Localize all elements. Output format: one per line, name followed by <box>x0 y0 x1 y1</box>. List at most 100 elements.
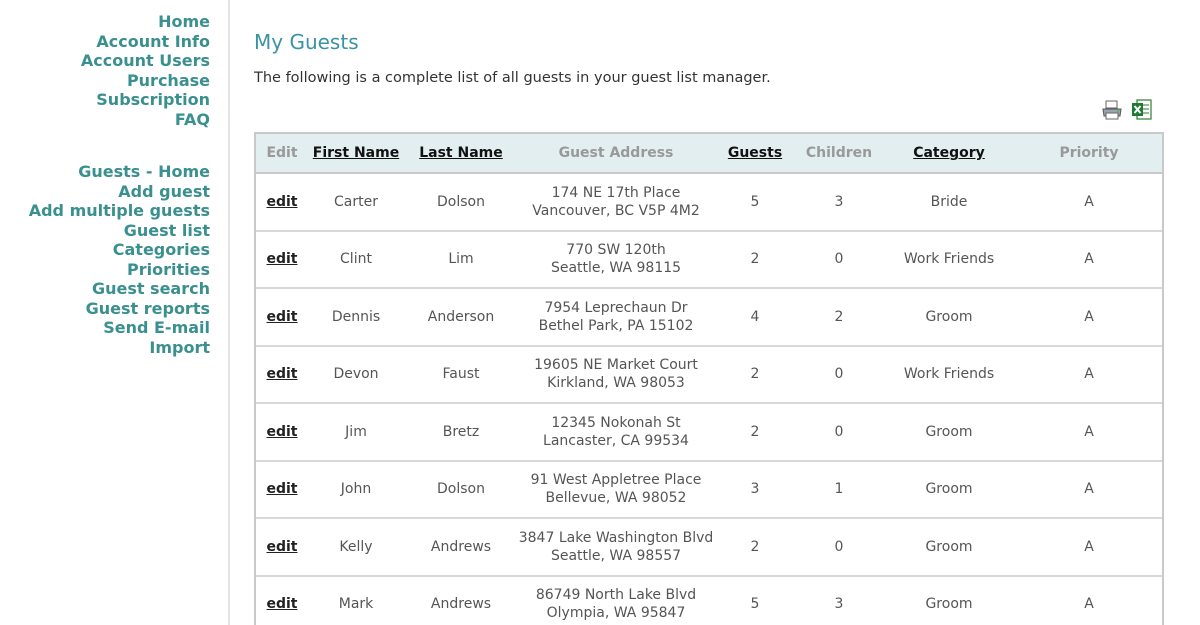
guests-cell: 2 <box>714 345 796 404</box>
nav-import[interactable]: Import <box>29 338 210 358</box>
priority-cell: A <box>1016 518 1162 577</box>
first-name-cell: Devon <box>308 345 404 404</box>
children-cell: 1 <box>796 460 882 519</box>
col-category[interactable]: Category <box>882 134 1016 174</box>
table-row: edit Mark Andrews 86749 North Lake Blvd O… <box>256 575 1162 625</box>
nav-send-email[interactable]: Send E-mail <box>29 318 210 338</box>
last-name-cell: Andrews <box>404 575 518 625</box>
edit-link[interactable]: edit <box>266 481 297 497</box>
guest-table: Edit First Name Last Name Guest Address … <box>256 134 1162 625</box>
nav-home[interactable]: Home <box>81 12 210 32</box>
printer-icon[interactable] <box>1100 98 1124 122</box>
nav-guest-list[interactable]: Guest list <box>29 221 210 241</box>
address-line-2: Kirkland, WA 98053 <box>547 375 685 392</box>
excel-export-icon[interactable] <box>1130 98 1154 122</box>
nav-subscription[interactable]: Subscription <box>81 90 210 110</box>
guests-cell: 5 <box>714 575 796 625</box>
col-guests[interactable]: Guests <box>714 134 796 174</box>
edit-link[interactable]: edit <box>266 309 297 325</box>
guests-cell: 2 <box>714 230 796 289</box>
address-line-1: 86749 North Lake Blvd <box>535 587 697 604</box>
page: Home Account Info Account Users Purchase… <box>0 0 1200 625</box>
priority-cell: A <box>1016 230 1162 289</box>
last-name-cell: Bretz <box>404 403 518 462</box>
table-row: edit Kelly Andrews 3847 Lake Washington … <box>256 518 1162 577</box>
account-nav: Home Account Info Account Users Purchase… <box>81 12 210 129</box>
table-row: edit Devon Faust 19605 NE Market Court Ki… <box>256 345 1162 404</box>
page-title: My Guests <box>254 30 359 54</box>
nav-account-info[interactable]: Account Info <box>81 32 210 52</box>
address-line-1: 770 SW 120th <box>566 242 666 259</box>
address-cell: 91 West Appletree Place Bellevue, WA 9805… <box>518 460 714 519</box>
category-cell: Groom <box>882 575 1016 625</box>
first-name-cell: Kelly <box>308 518 404 577</box>
sidebar: Home Account Info Account Users Purchase… <box>0 0 230 625</box>
col-children: Children <box>796 134 882 174</box>
last-name-cell: Anderson <box>404 288 518 347</box>
last-name-cell: Lim <box>404 230 518 289</box>
first-name-cell: Carter <box>308 173 404 232</box>
nav-priorities[interactable]: Priorities <box>29 260 210 280</box>
edit-link[interactable]: edit <box>266 194 297 210</box>
edit-link[interactable]: edit <box>266 424 297 440</box>
children-cell: 2 <box>796 288 882 347</box>
nav-purchase[interactable]: Purchase <box>81 71 210 91</box>
guests-cell: 2 <box>714 403 796 462</box>
nav-add-multiple-guests[interactable]: Add multiple guests <box>29 201 210 221</box>
edit-link[interactable]: edit <box>266 539 297 555</box>
nav-guests-home[interactable]: Guests - Home <box>29 162 210 182</box>
address-line-2: Seattle, WA 98115 <box>550 260 682 277</box>
address-cell: 7954 Leprechaun Dr Bethel Park, PA 15102 <box>518 288 714 347</box>
address-cell: 86749 North Lake Blvd Olympia, WA 95847 <box>518 575 714 625</box>
first-name-cell: John <box>308 460 404 519</box>
address-line-2: Vancouver, BC V5P 4M2 <box>532 202 700 219</box>
address-line-2: Bethel Park, PA 15102 <box>538 317 694 334</box>
nav-guest-reports[interactable]: Guest reports <box>29 299 210 319</box>
address-cell: 770 SW 120th Seattle, WA 98115 <box>518 230 714 289</box>
edit-link[interactable]: edit <box>266 596 297 612</box>
first-name-cell: Mark <box>308 575 404 625</box>
nav-guest-search[interactable]: Guest search <box>29 279 210 299</box>
col-last-name[interactable]: Last Name <box>404 134 518 174</box>
children-cell: 0 <box>796 403 882 462</box>
priority-cell: A <box>1016 173 1162 232</box>
priority-cell: A <box>1016 575 1162 625</box>
guests-nav: Guests - Home Add guest Add multiple gue… <box>29 162 210 357</box>
children-cell: 0 <box>796 518 882 577</box>
table-row: edit Clint Lim 770 SW 120th Seattle, WA 9… <box>256 230 1162 289</box>
address-cell: 12345 Nokonah St Lancaster, CA 99534 <box>518 403 714 462</box>
children-cell: 0 <box>796 230 882 289</box>
last-name-cell: Andrews <box>404 518 518 577</box>
nav-account-users[interactable]: Account Users <box>81 51 210 71</box>
edit-link[interactable]: edit <box>266 251 297 267</box>
nav-faq[interactable]: FAQ <box>81 110 210 130</box>
edit-link[interactable]: edit <box>266 366 297 382</box>
toolbar-icons <box>1100 98 1154 122</box>
guests-cell: 5 <box>714 173 796 232</box>
priority-cell: A <box>1016 460 1162 519</box>
table-row: edit John Dolson 91 West Appletree Place… <box>256 460 1162 519</box>
guests-cell: 3 <box>714 460 796 519</box>
priority-cell: A <box>1016 288 1162 347</box>
category-cell: Work Friends <box>882 345 1016 404</box>
guests-cell: 4 <box>714 288 796 347</box>
col-first-name[interactable]: First Name <box>308 134 404 174</box>
table-row: edit Dennis Anderson 7954 Leprechaun Dr B… <box>256 288 1162 347</box>
address-line-2: Lancaster, CA 99534 <box>543 432 689 449</box>
table-header-row: Edit First Name Last Name Guest Address … <box>256 134 1162 174</box>
address-line-1: 7954 Leprechaun Dr <box>544 299 688 316</box>
guest-table-container: Edit First Name Last Name Guest Address … <box>254 132 1164 625</box>
last-name-cell: Dolson <box>404 173 518 232</box>
category-cell: Work Friends <box>882 230 1016 289</box>
guests-cell: 2 <box>714 518 796 577</box>
table-row: edit Jim Bretz 12345 Nokonah St Lancaster… <box>256 403 1162 462</box>
category-cell: Groom <box>882 288 1016 347</box>
category-cell: Groom <box>882 518 1016 577</box>
first-name-cell: Jim <box>308 403 404 462</box>
intro-text: The following is a complete list of all … <box>254 70 771 86</box>
address-line-1: 3847 Lake Washington Blvd <box>518 529 714 546</box>
address-cell: 174 NE 17th Place Vancouver, BC V5P 4M2 <box>518 173 714 232</box>
nav-add-guest[interactable]: Add guest <box>29 182 210 202</box>
nav-categories[interactable]: Categories <box>29 240 210 260</box>
address-line-2: Bellevue, WA 98052 <box>545 490 687 507</box>
